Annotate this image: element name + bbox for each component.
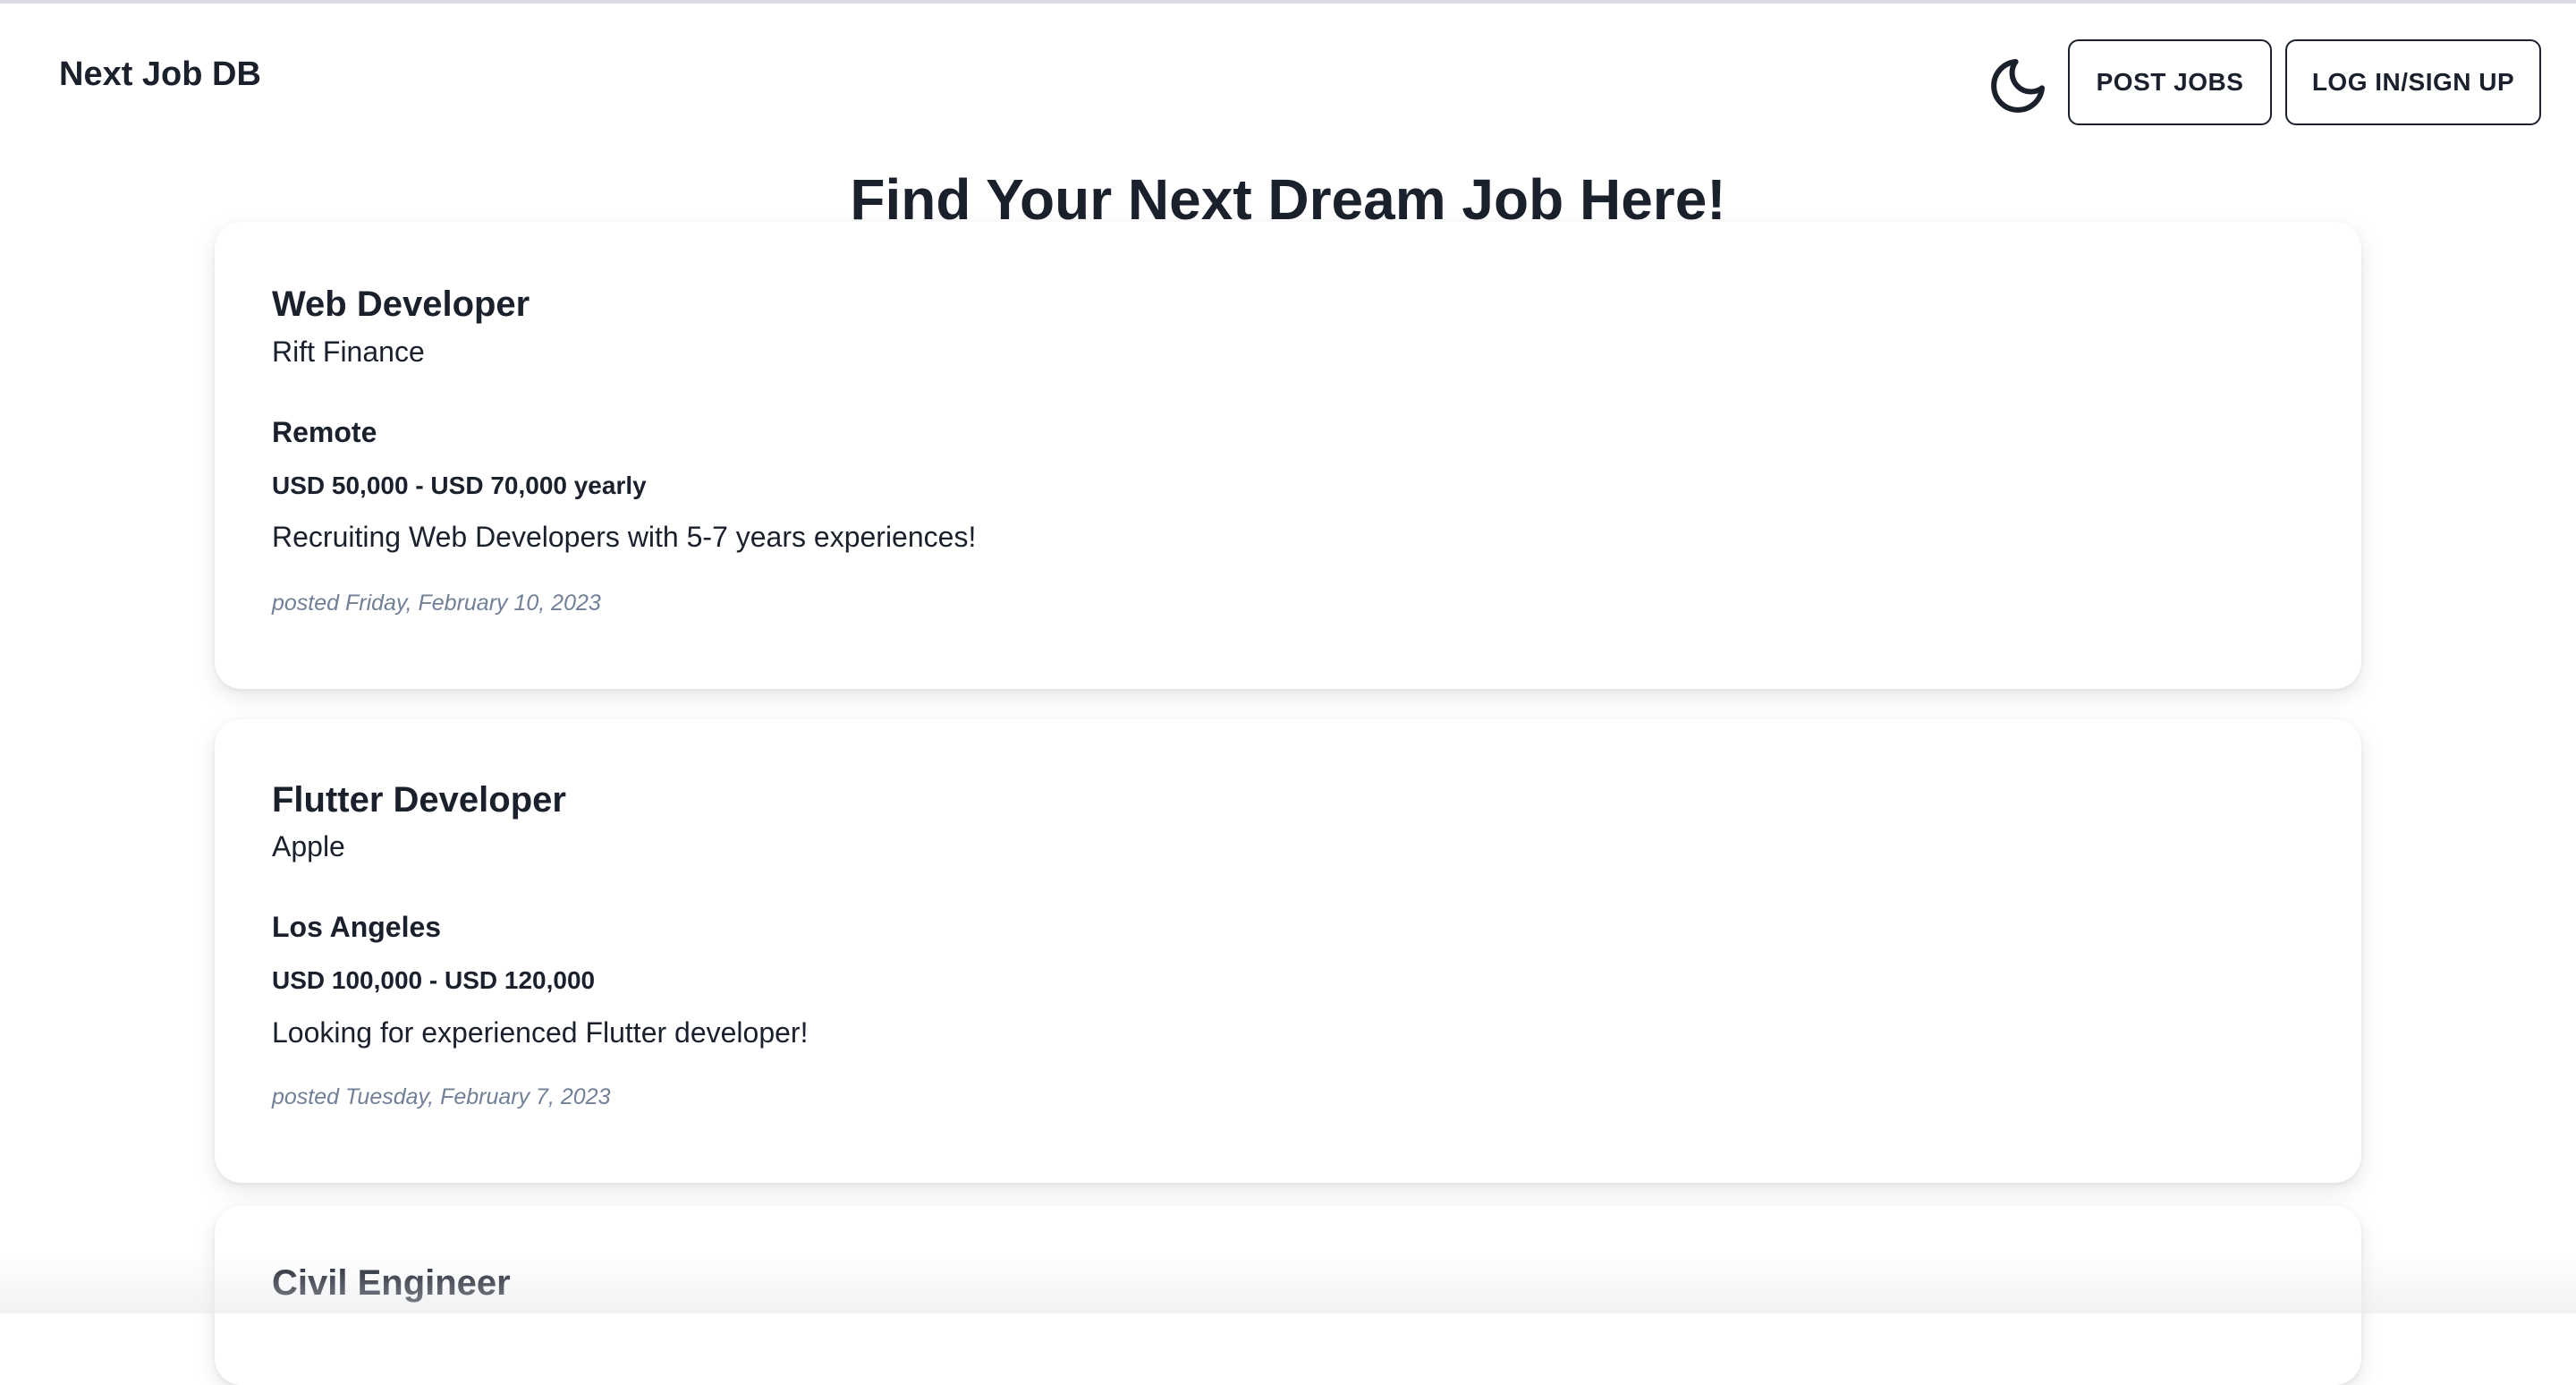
theme-toggle-button[interactable] [1982,50,2054,122]
post-jobs-button[interactable]: POST JOBS [2068,39,2272,125]
moon-icon [1991,59,2045,113]
login-signup-button[interactable]: LOG IN/SIGN UP [2285,39,2541,125]
job-company: Apple [272,830,345,862]
job-card[interactable]: Civil Engineer [215,1206,2361,1385]
job-location: Los Angeles [272,911,442,943]
job-description: Recruiting Web Developers with 5-7 years… [272,521,977,553]
job-title[interactable]: Flutter Developer [272,780,566,820]
job-card[interactable]: Web Developer Rift Finance Remote USD 50… [215,222,2361,689]
job-salary: USD 50,000 - USD 70,000 yearly [272,472,647,499]
job-card[interactable]: Flutter Developer Apple Los Angeles USD … [215,719,2361,1183]
navbar: Next Job DB POST JOBS LOG IN/SIGN UP [0,4,2576,163]
brand-logo[interactable]: Next Job DB [59,55,261,94]
job-title[interactable]: Civil Engineer [272,1263,511,1304]
job-company: Rift Finance [272,336,425,368]
job-posted-date: posted Tuesday, February 7, 2023 [272,1084,611,1109]
job-location: Remote [272,416,377,448]
job-title[interactable]: Web Developer [272,285,530,325]
job-salary: USD 100,000 - USD 120,000 [272,966,596,994]
job-posted-date: posted Friday, February 10, 2023 [272,591,601,616]
job-description: Looking for experienced Flutter develope… [272,1016,809,1049]
